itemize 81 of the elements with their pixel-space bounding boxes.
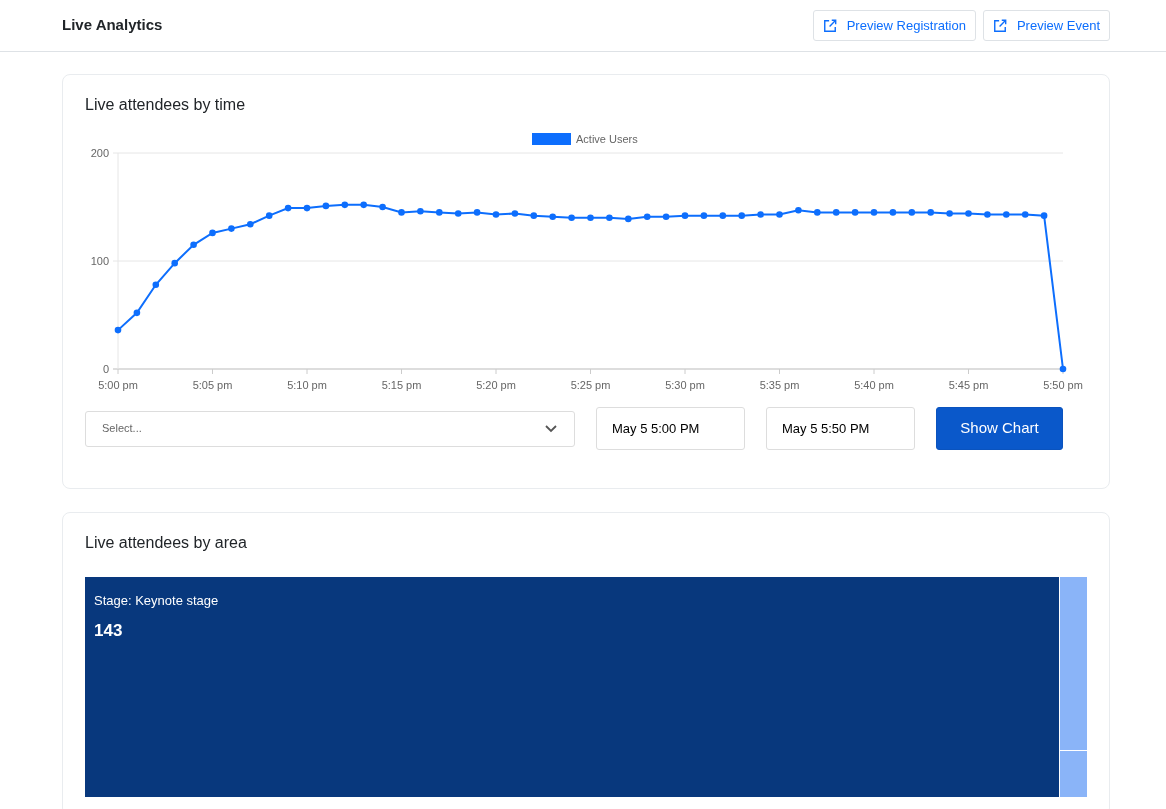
data-point bbox=[1059, 365, 1067, 373]
data-point bbox=[152, 281, 160, 289]
data-point bbox=[398, 209, 405, 216]
show-chart-button[interactable]: Show Chart bbox=[936, 407, 1063, 450]
data-point bbox=[228, 225, 235, 232]
x-tick-label: 5:45 pm bbox=[948, 379, 989, 391]
data-point bbox=[417, 208, 424, 215]
data-point bbox=[322, 202, 330, 210]
select-placeholder: Select... bbox=[102, 421, 142, 437]
date-field[interactable]: May 5 5:00 PM bbox=[596, 407, 745, 450]
preview-button[interactable]: Preview Event bbox=[982, 9, 1110, 42]
data-point bbox=[927, 209, 934, 216]
x-tick-label: 5:00 pm bbox=[98, 379, 138, 391]
data-point bbox=[265, 212, 273, 219]
y-tick-label: 0 bbox=[102, 363, 109, 375]
data-point bbox=[436, 209, 443, 216]
card-title: Live attendees by time bbox=[85, 95, 247, 115]
data-point bbox=[379, 203, 386, 211]
data-point bbox=[360, 201, 367, 209]
data-point bbox=[625, 215, 632, 223]
x-tick-label: 5:35 pm bbox=[759, 379, 800, 391]
tile-label: Stage: Keynote stage bbox=[94, 592, 220, 610]
x-tick-label: 5:15 pm bbox=[381, 379, 422, 391]
data-point bbox=[303, 204, 311, 212]
data-point bbox=[757, 211, 764, 218]
data-point bbox=[908, 209, 916, 216]
data-point bbox=[530, 212, 538, 219]
x-tick-label: 5:25 pm bbox=[570, 379, 611, 391]
data-point bbox=[133, 309, 141, 317]
x-tick-label: 5:10 pm bbox=[287, 379, 327, 391]
data-point bbox=[738, 212, 745, 219]
data-point bbox=[454, 210, 462, 217]
external-link-icon bbox=[822, 18, 837, 33]
tile-value: 143 bbox=[94, 619, 124, 642]
data-point bbox=[832, 209, 840, 216]
page-title: Live Analytics bbox=[62, 15, 163, 36]
data-point bbox=[473, 209, 481, 216]
x-tick-label: 5:50 pm bbox=[1043, 379, 1083, 391]
chevron-down-icon bbox=[544, 423, 558, 434]
x-tick-label: 5:05 pm bbox=[192, 379, 233, 391]
x-tick-label: 5:20 pm bbox=[476, 379, 516, 391]
data-point bbox=[795, 206, 802, 214]
data-point bbox=[209, 229, 216, 237]
data-point bbox=[851, 209, 859, 216]
data-point bbox=[1003, 211, 1010, 218]
x-tick-label: 5:30 pm bbox=[665, 379, 705, 391]
x-tick-label: 5:40 pm bbox=[854, 379, 894, 391]
data-point bbox=[511, 210, 519, 217]
y-tick-label: 100 bbox=[90, 255, 109, 267]
data-point bbox=[662, 213, 670, 220]
data-point bbox=[549, 213, 556, 220]
data-point bbox=[171, 259, 178, 267]
data-point bbox=[1040, 212, 1048, 219]
data-point bbox=[587, 214, 594, 222]
card-title: Live attendees by area bbox=[85, 533, 248, 553]
data-point bbox=[284, 204, 292, 212]
data-point bbox=[946, 210, 953, 217]
data-point bbox=[190, 241, 197, 249]
data-point bbox=[606, 214, 613, 222]
data-point bbox=[643, 213, 651, 220]
legend-label: Active Users bbox=[576, 133, 638, 145]
data-point bbox=[114, 326, 122, 334]
data-point bbox=[700, 212, 708, 219]
preview-button[interactable]: Preview Registration bbox=[812, 9, 976, 42]
data-point bbox=[681, 212, 689, 219]
data-point bbox=[492, 211, 500, 218]
y-tick-label: 200 bbox=[90, 147, 109, 159]
date-field[interactable]: May 5 5:50 PM bbox=[766, 407, 915, 450]
data-point bbox=[776, 211, 783, 218]
data-point bbox=[984, 211, 991, 218]
data-point bbox=[719, 212, 727, 219]
data-point bbox=[1021, 211, 1029, 218]
external-link-icon bbox=[992, 18, 1007, 33]
data-point bbox=[568, 214, 575, 222]
select-field[interactable]: Select... bbox=[85, 410, 575, 447]
data-point bbox=[965, 210, 972, 217]
data-point bbox=[814, 209, 821, 216]
data-point bbox=[870, 209, 878, 216]
data-point bbox=[247, 221, 254, 228]
data-point bbox=[889, 209, 897, 216]
data-point bbox=[341, 201, 349, 209]
